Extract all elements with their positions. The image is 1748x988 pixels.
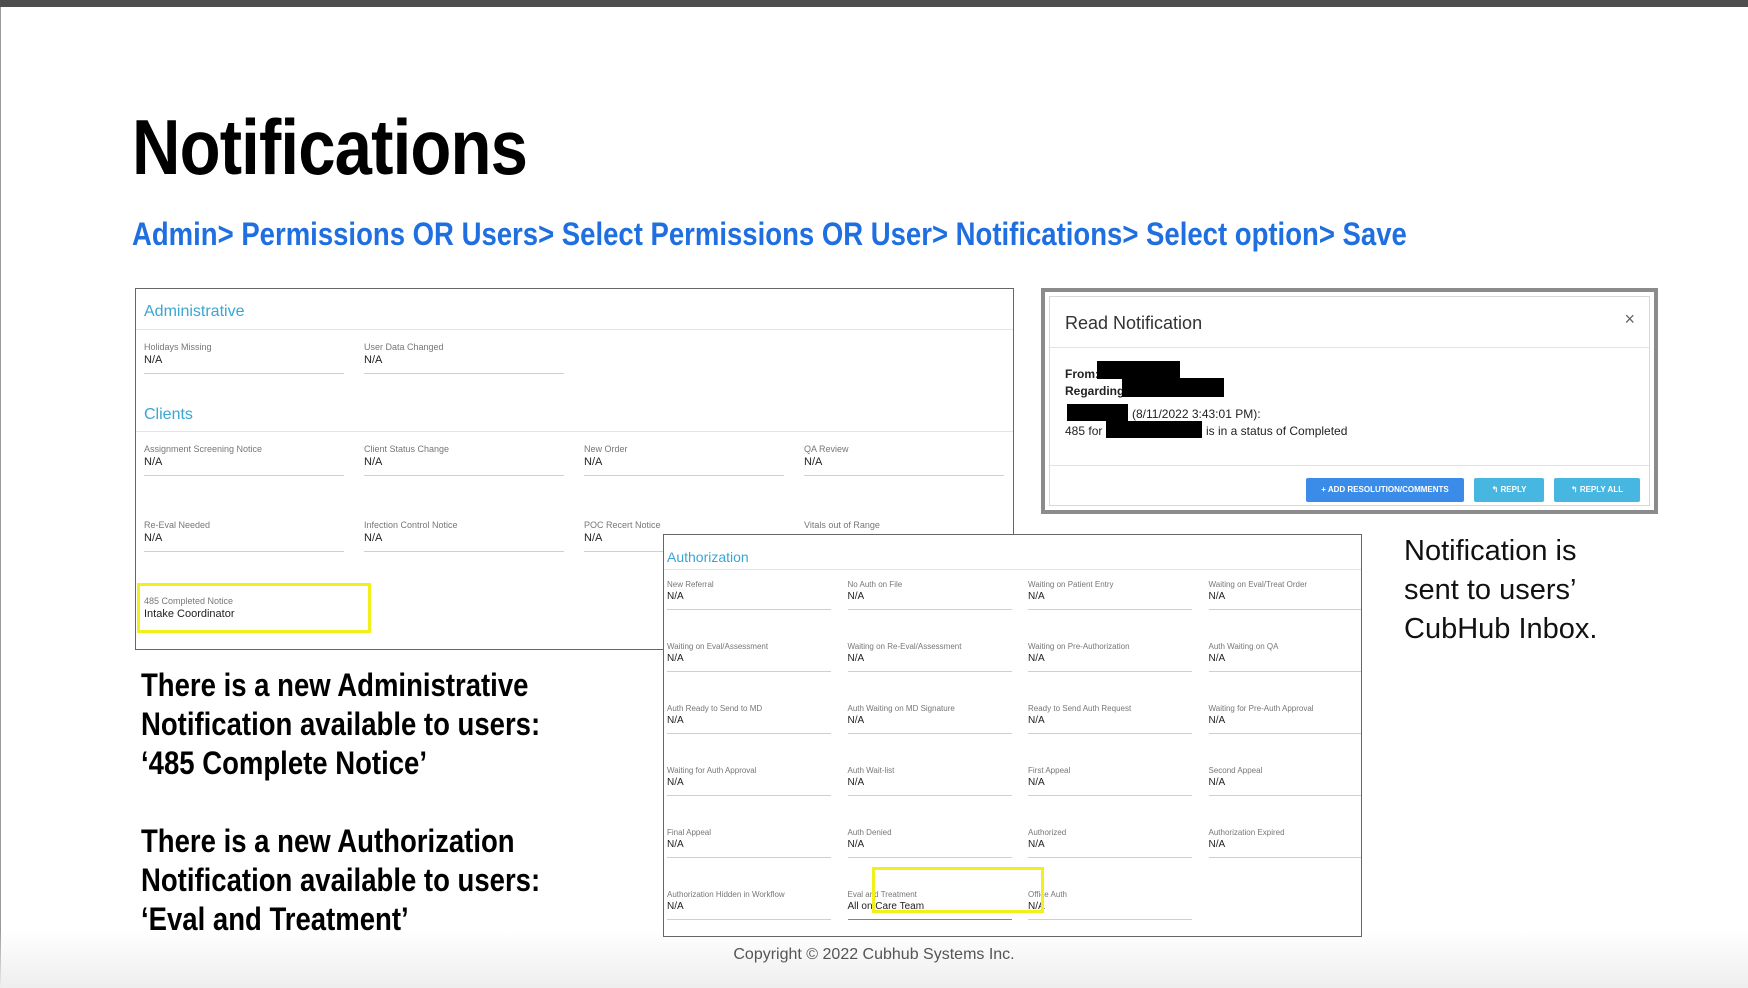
auth-field-new-referral[interactable]: New Referral N/A — [667, 580, 831, 610]
notification-field-new-order[interactable]: New Order N/A — [584, 444, 784, 476]
section-divider — [664, 569, 1361, 570]
auth-field-authorized[interactable]: Authorized N/A — [1028, 828, 1192, 858]
add-resolution-button[interactable]: + ADD RESOLUTION/COMMENTS — [1306, 478, 1464, 502]
redacted-author — [1067, 404, 1128, 421]
message-timestamp: (8/11/2022 3:43:01 PM): — [1132, 407, 1261, 421]
auth-field-waiting-for-pre-auth-approval[interactable]: Waiting for Pre-Auth Approval N/A — [1208, 704, 1361, 734]
navigation-path: Admin> Permissions OR Users> Select Perm… — [132, 216, 1407, 252]
authorization-note: There is a new Authorization Notificatio… — [141, 823, 541, 937]
authorization-section-title: Authorization — [667, 549, 749, 565]
auth-field-auth-waiting-on-qa[interactable]: Auth Waiting on QA N/A — [1208, 642, 1361, 672]
auth-field-auth-denied[interactable]: Auth Denied N/A — [847, 828, 1012, 858]
side-note: Notification is sent to users’ CubHub In… — [1404, 535, 1598, 645]
read-notification-dialog: Read Notification × From: Regarding: (8/… — [1041, 288, 1658, 514]
notification-field-infection-control[interactable]: Infection Control Notice N/A — [364, 520, 564, 552]
notification-field-holidays-missing[interactable]: Holidays Missing N/A — [144, 342, 344, 374]
dialog-divider — [1050, 347, 1649, 348]
redacted-sender — [1097, 361, 1180, 379]
auth-field-auth-waiting-on-md-signature[interactable]: Auth Waiting on MD Signature N/A — [847, 704, 1012, 734]
message-body-prefix: 485 for — [1065, 424, 1103, 438]
dialog-body: Read Notification × From: Regarding: (8/… — [1049, 296, 1650, 506]
auth-field-no-auth-on-file[interactable]: No Auth on File N/A — [847, 580, 1012, 610]
notification-field-assignment-screening[interactable]: Assignment Screening Notice N/A — [144, 444, 344, 476]
auth-field-waiting-on-eval-treat-order[interactable]: Waiting on Eval/Treat Order N/A — [1208, 580, 1361, 610]
administrative-section-title: Administrative — [144, 303, 245, 320]
notification-field-qa-review[interactable]: QA Review N/A — [804, 444, 1004, 476]
page-title: Notifications — [132, 103, 528, 191]
window-left-edge — [0, 7, 1, 988]
reply-button[interactable]: ↰ REPLY — [1474, 478, 1544, 502]
auth-field-waiting-on-re-eval-assessment[interactable]: Waiting on Re-Eval/Assessment N/A — [847, 642, 1012, 672]
auth-field-auth-wait-list[interactable]: Auth Wait-list N/A — [847, 766, 1012, 796]
auth-field-authorization-hidden-in-workflow[interactable]: Authorization Hidden in Workflow N/A — [667, 890, 831, 920]
auth-field-authorization-expired[interactable]: Authorization Expired N/A — [1208, 828, 1361, 858]
auth-field-final-appeal[interactable]: Final Appeal N/A — [667, 828, 831, 858]
authorization-notifications-panel: Authorization New Referral N/A No Auth on … — [663, 534, 1362, 937]
message-body-suffix: is in a status of Completed — [1206, 424, 1348, 438]
auth-field-ready-to-send-auth-request[interactable]: Ready to Send Auth Request N/A — [1028, 704, 1192, 734]
auth-field-office-auth[interactable]: Office Auth N/A — [1028, 890, 1192, 920]
copyright-footer: Copyright © 2022 Cubhub Systems Inc. — [733, 946, 1015, 963]
close-icon[interactable]: × — [1624, 309, 1635, 330]
notification-field-user-data-changed[interactable]: User Data Changed N/A — [364, 342, 564, 374]
dialog-divider — [1050, 465, 1649, 466]
notification-field-re-eval-needed[interactable]: Re-Eval Needed N/A — [144, 520, 344, 552]
clients-section-title: Clients — [144, 406, 193, 423]
regarding-label: Regarding: — [1065, 384, 1129, 398]
auth-field-waiting-on-patient-entry[interactable]: Waiting on Patient Entry N/A — [1028, 580, 1192, 610]
redacted-regarding — [1122, 378, 1224, 397]
highlight-box-eval-and-treatment — [872, 867, 1044, 913]
auth-field-waiting-for-auth-approval[interactable]: Waiting for Auth Approval N/A — [667, 766, 831, 796]
notification-field-vitals-out-of-range[interactable]: Vitals out of Range — [804, 520, 1004, 531]
section-divider — [136, 431, 1013, 432]
auth-field-waiting-on-pre-authorization[interactable]: Waiting on Pre-Authorization N/A — [1028, 642, 1192, 672]
reply-all-button[interactable]: ↰ REPLY ALL — [1554, 478, 1640, 502]
auth-field-first-appeal[interactable]: First Appeal N/A — [1028, 766, 1192, 796]
window-top-bar — [0, 0, 1748, 7]
redacted-client — [1106, 421, 1202, 438]
auth-field-waiting-on-eval-assessment[interactable]: Waiting on Eval/Assessment N/A — [667, 642, 831, 672]
auth-field-auth-ready-to-send-to-md[interactable]: Auth Ready to Send to MD N/A — [667, 704, 831, 734]
dialog-title: Read Notification — [1065, 313, 1203, 333]
highlight-box-485-completed — [137, 583, 371, 633]
administrative-note: There is a new Administrative Notificati… — [141, 667, 541, 781]
from-label: From: — [1065, 367, 1099, 381]
section-divider — [136, 329, 1013, 330]
auth-field-second-appeal[interactable]: Second Appeal N/A — [1208, 766, 1361, 796]
notification-field-client-status-change[interactable]: Client Status Change N/A — [364, 444, 564, 476]
